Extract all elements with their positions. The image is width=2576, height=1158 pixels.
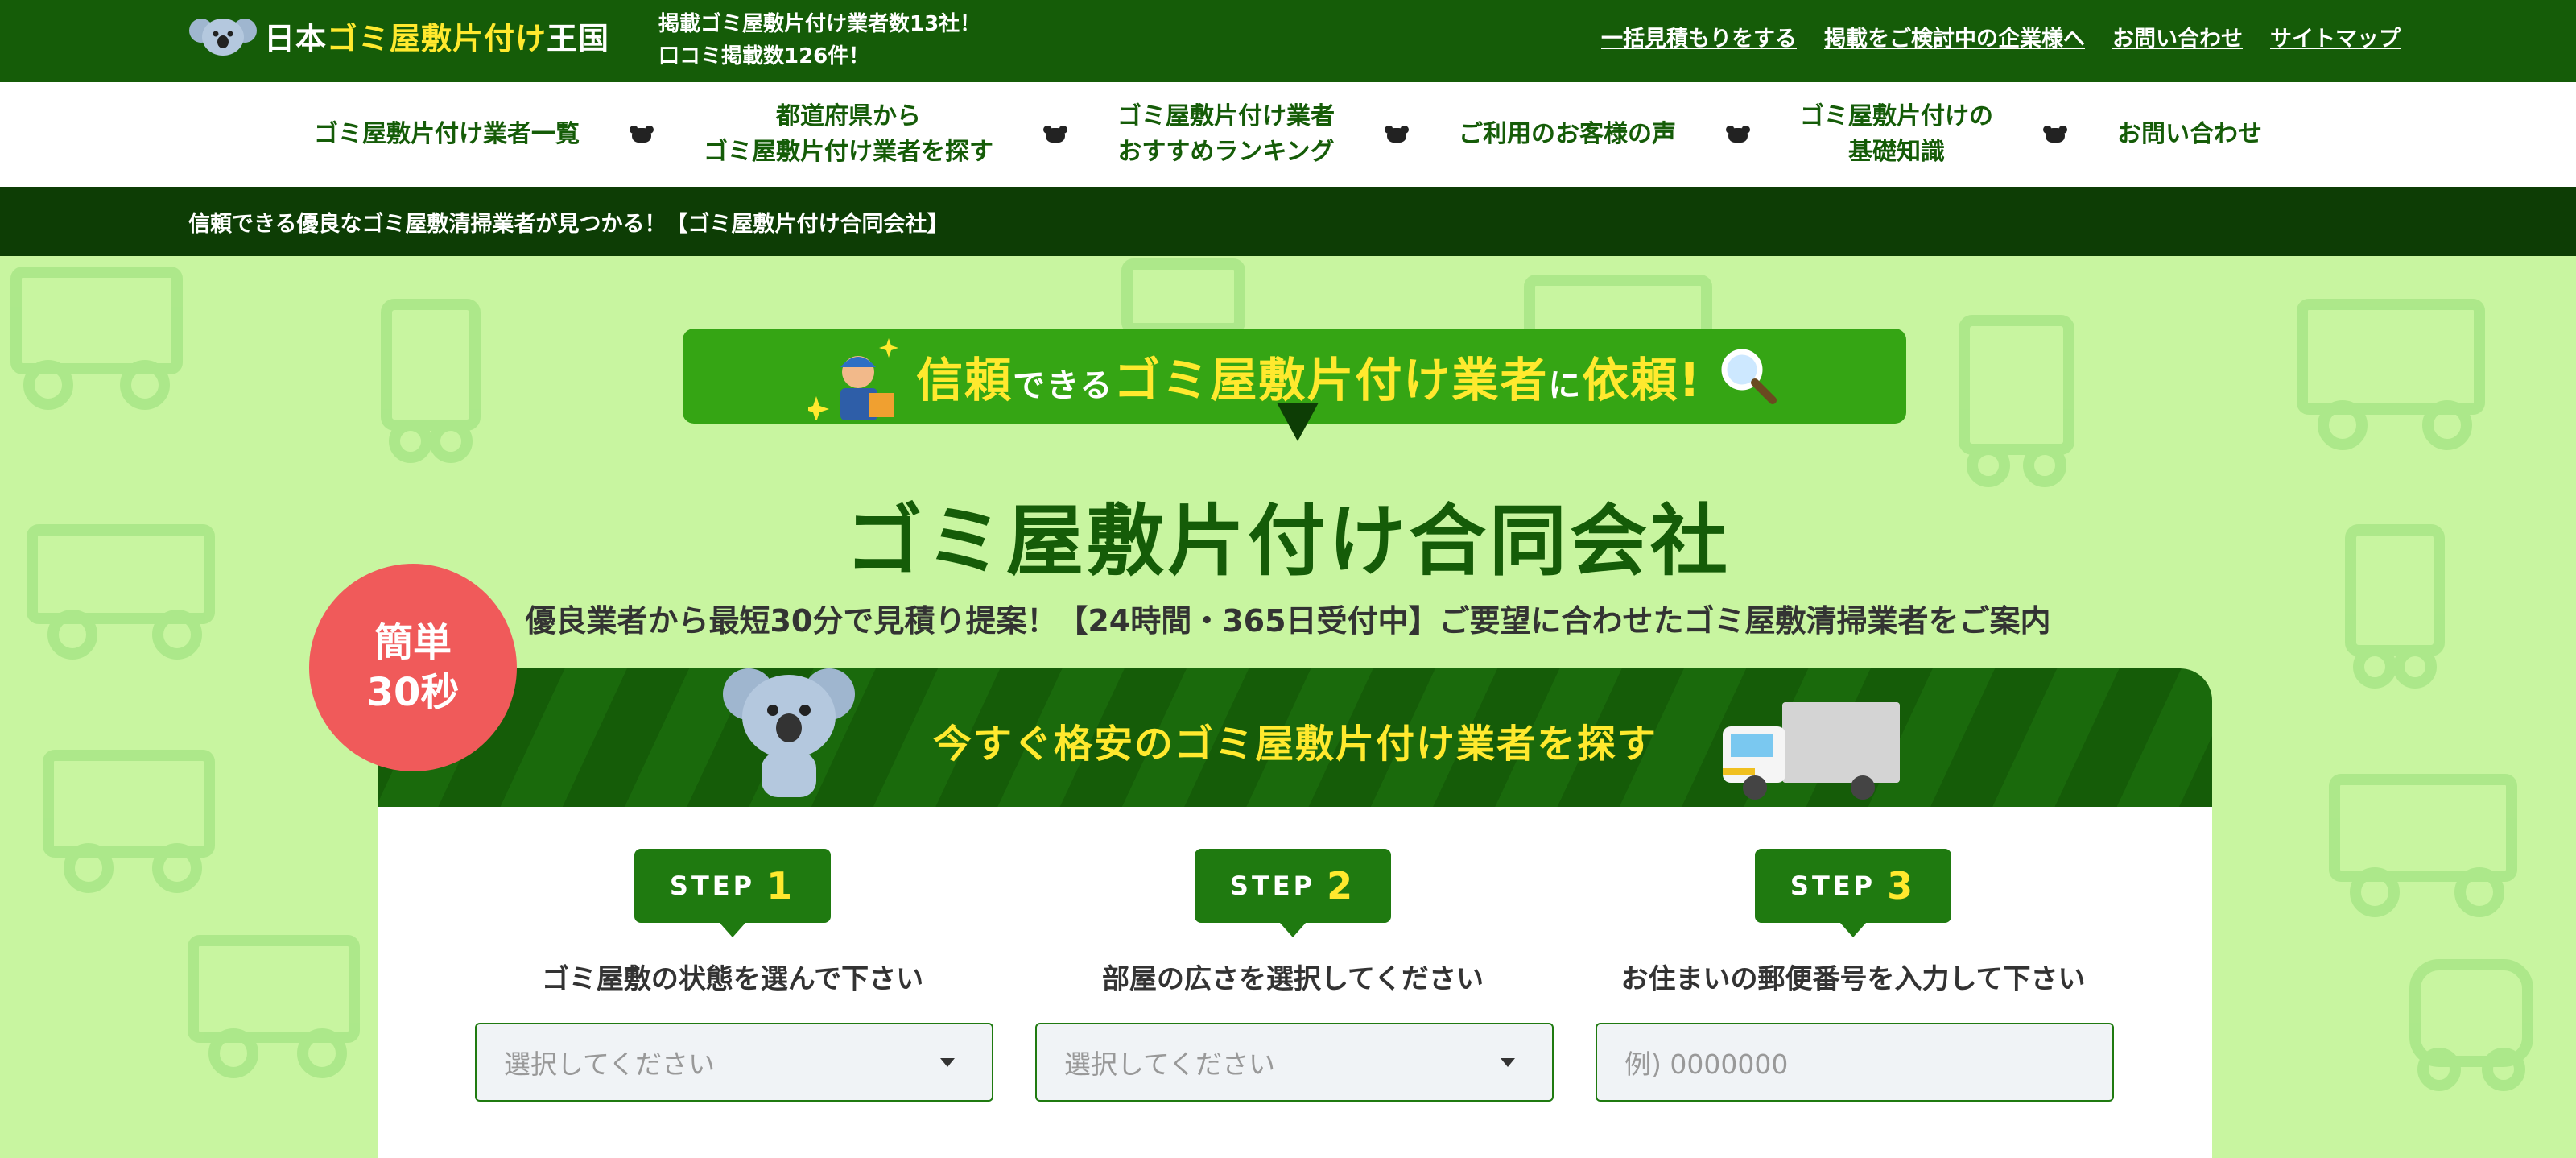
tagline-bar: 信頼できる優良なゴミ屋敷清掃業者が見つかる！【ゴミ屋敷片付け合同会社】 (0, 187, 2576, 256)
koala-logo-icon (188, 13, 258, 58)
badge-line: 30秒 (366, 670, 460, 715)
main-nav: ゴミ屋敷片付け業者一覧 都道府県からゴミ屋敷片付け業者を探す ゴミ屋敷片付け業者… (0, 82, 2576, 187)
nav-item-ranking[interactable]: ゴミ屋敷片付け業者 おすすめランキング (1109, 99, 1343, 170)
step-number: 2 (1327, 864, 1356, 908)
nav-label: 基礎知識 (1848, 138, 1945, 166)
banner-headline: 信頼できるゴミ屋敷片付け業者に依頼! (916, 342, 1702, 410)
dropdown-caret-icon (1501, 1058, 1515, 1067)
banner-part: 依頼! (1582, 353, 1702, 407)
postal-code-input[interactable]: 例) 0000000 (1596, 1023, 2114, 1102)
nav-item-search-by-prefecture[interactable]: 都道府県からゴミ屋敷片付け業者を探す (696, 99, 1001, 170)
banner-part: に (1548, 367, 1583, 404)
select-placeholder: 選択してください (504, 1048, 716, 1080)
for-businesses-link[interactable]: 掲載をご検討中の企業様へ (1824, 21, 2085, 52)
koala-separator-icon (1385, 126, 1409, 143)
nav-label: ゴミ屋敷片付け業者を探す (704, 138, 993, 166)
nav-label: 都道府県から (776, 102, 921, 130)
step-number: 1 (766, 864, 796, 908)
step-1-badge: STEP 1 (634, 849, 831, 937)
nav-label: ゴミ屋敷片付け業者 (1117, 102, 1335, 130)
logo-prefix: 日本 (264, 20, 328, 56)
review-count-text: 口コミ掲載数126件！ (658, 44, 870, 68)
vendor-count-text: 掲載ゴミ屋敷片付け業者数13社！ (658, 12, 981, 36)
delivery-truck-icon (1723, 702, 1900, 800)
banner-part: ゴミ屋敷片付け業者 (1113, 353, 1549, 407)
step-1-label: ゴミ屋敷の状態を選んで下さい (541, 963, 924, 995)
site-logo[interactable]: 日本ゴミ屋敷片付け王国 (188, 13, 609, 58)
koala-separator-icon (2043, 126, 2067, 143)
contact-link[interactable]: お問い合わせ (2112, 21, 2243, 52)
sitemap-link[interactable]: サイトマップ (2270, 21, 2401, 52)
worker-with-box-icon (808, 338, 899, 420)
nav-label: お問い合わせ (2117, 120, 2262, 148)
nav-item-basic-knowledge[interactable]: ゴミ屋敷片付けの 基礎知識 (1792, 99, 2001, 170)
nav-item-contact[interactable]: お問い合わせ (2109, 117, 2270, 152)
select-placeholder: 選択してください (1064, 1048, 1276, 1080)
magnifier-icon (1721, 349, 1777, 404)
nav-item-vendor-list[interactable]: ゴミ屋敷片付け業者一覧 (306, 117, 588, 152)
top-header-bar: 日本ゴミ屋敷片付け王国 掲載ゴミ屋敷片付け業者数13社！ 口コミ掲載数126件！… (0, 0, 2576, 82)
nav-item-customer-reviews[interactable]: ご利用のお客様の声 (1451, 117, 1684, 152)
koala-separator-icon (1726, 126, 1750, 143)
input-placeholder: 例) 0000000 (1624, 1048, 1789, 1080)
nav-label: ご利用のお客様の声 (1459, 120, 1676, 148)
logo-text: 日本ゴミ屋敷片付け王国 (264, 14, 609, 58)
step-number: 3 (1887, 864, 1917, 908)
banner-down-arrow-icon (1277, 403, 1319, 441)
step-3-label: お住まいの郵便番号を入力して下さい (1620, 963, 2086, 995)
nav-label: おすすめランキング (1117, 138, 1335, 166)
site-stats: 掲載ゴミ屋敷片付け業者数13社！ 口コミ掲載数126件！ (658, 8, 980, 72)
step-word: STEP (1229, 871, 1316, 901)
logo-highlight: ゴミ屋敷片付け (327, 20, 547, 56)
step-2-badge: STEP 2 (1195, 849, 1391, 937)
easy-30-seconds-badge: 簡単 30秒 (309, 564, 517, 771)
koala-separator-icon (1043, 126, 1067, 143)
dropdown-caret-icon (940, 1058, 955, 1067)
badge-line: 簡単 (374, 620, 452, 665)
banner-part: できる (1013, 367, 1114, 404)
step-2-label: 部屋の広さを選択してください (1102, 963, 1484, 995)
koala-separator-icon (630, 126, 654, 143)
logo-suffix: 王国 (547, 20, 610, 56)
tagline-text: 信頼できる優良なゴミ屋敷清掃業者が見つかる！【ゴミ屋敷片付け合同会社】 (188, 212, 949, 237)
condition-select[interactable]: 選択してください (475, 1023, 993, 1102)
nav-label: ゴミ屋敷片付けの (1800, 102, 1993, 130)
header-links: 一括見積もりをする 掲載をご検討中の企業様へ お問い合わせ サイトマップ (1601, 21, 2401, 52)
search-form-header: 今すぐ格安のゴミ屋敷片付け業者を探す (378, 668, 2212, 807)
banner-part: 信頼 (916, 353, 1013, 407)
room-size-select[interactable]: 選択してください (1035, 1023, 1554, 1102)
nav-label: ゴミ屋敷片付け業者一覧 (314, 120, 580, 148)
step-3-badge: STEP 3 (1755, 849, 1951, 937)
search-form-heading: 今すぐ格安のゴミ屋敷片付け業者を探す (932, 722, 1657, 767)
step-word: STEP (1790, 871, 1876, 901)
step-word: STEP (669, 871, 756, 901)
bulk-estimate-link[interactable]: 一括見積もりをする (1601, 21, 1797, 52)
